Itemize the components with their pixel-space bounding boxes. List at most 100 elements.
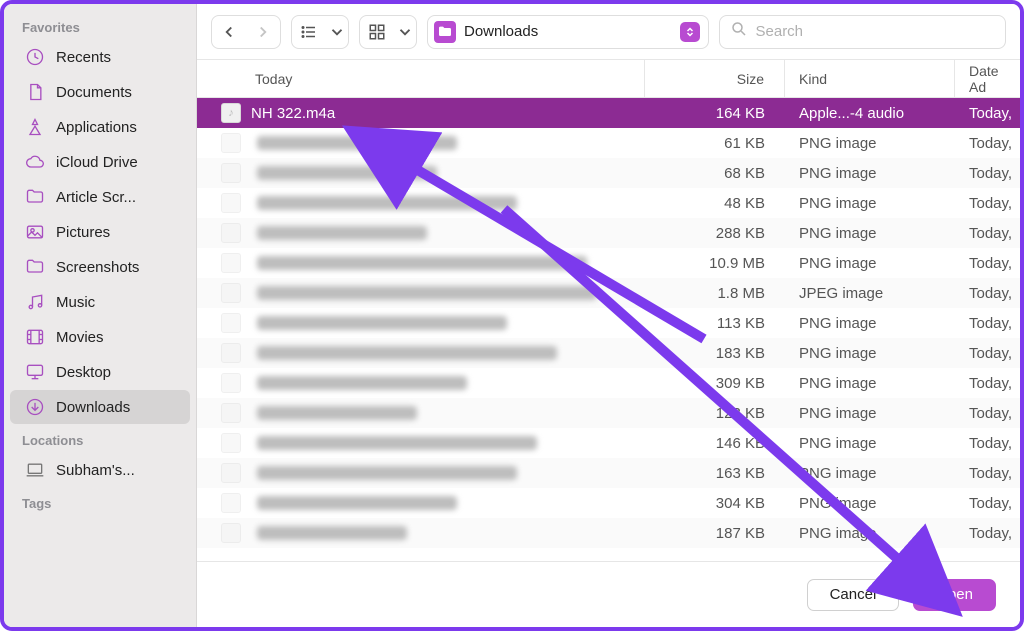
file-date: Today,: [955, 375, 1020, 392]
file-kind: JPEG image: [785, 285, 955, 302]
chevron-down-icon: [326, 16, 348, 48]
file-row[interactable]: 113 KB PNG image Today,: [197, 308, 1020, 338]
updown-icon: [680, 22, 700, 42]
file-row[interactable]: 288 KB PNG image Today,: [197, 218, 1020, 248]
sidebar-item-label: Article Scr...: [56, 189, 136, 206]
file-size: 10.9 MB: [645, 255, 785, 272]
file-kind: PNG image: [785, 225, 955, 242]
apps-icon: [24, 116, 46, 138]
file-icon: [221, 463, 241, 483]
file-row[interactable]: 309 KB PNG image Today,: [197, 368, 1020, 398]
sidebar-item-applications[interactable]: Applications: [10, 110, 190, 144]
file-icon: [221, 373, 241, 393]
file-icon: [221, 223, 241, 243]
sidebar-item-label: Screenshots: [56, 259, 139, 276]
sidebar-item-label: iCloud Drive: [56, 154, 138, 171]
file-row[interactable]: 163 KB PNG image Today,: [197, 458, 1020, 488]
column-size[interactable]: Size: [645, 60, 785, 97]
search-icon: [730, 20, 748, 43]
file-row[interactable]: 304 KB PNG image Today,: [197, 488, 1020, 518]
file-icon: [221, 403, 241, 423]
file-icon: [221, 523, 241, 543]
file-date: Today,: [955, 525, 1020, 542]
location-dropdown[interactable]: Downloads: [427, 15, 709, 49]
file-size: 113 KB: [645, 315, 785, 332]
open-button[interactable]: Open: [913, 579, 996, 611]
search-field[interactable]: [719, 15, 1007, 49]
view-list-dropdown[interactable]: [291, 15, 349, 49]
column-date[interactable]: Date Ad: [955, 60, 1020, 97]
file-date: Today,: [955, 315, 1020, 332]
sidebar-item-recents[interactable]: Recents: [10, 40, 190, 74]
file-kind: PNG image: [785, 495, 955, 512]
file-date: Today,: [955, 255, 1020, 272]
file-list[interactable]: ♪NH 322.m4a 164 KB Apple...-4 audio Toda…: [197, 98, 1020, 561]
sidebar-item-label: Movies: [56, 329, 104, 346]
column-header: Today Size Kind Date Ad: [197, 60, 1020, 98]
footer: Cancel Open: [197, 561, 1020, 627]
file-size: 288 KB: [645, 225, 785, 242]
file-kind: PNG image: [785, 255, 955, 272]
file-icon: [221, 313, 241, 333]
sidebar-item-label: Pictures: [56, 224, 110, 241]
sidebar-item-documents[interactable]: Documents: [10, 75, 190, 109]
file-kind: PNG image: [785, 195, 955, 212]
cancel-button[interactable]: Cancel: [807, 579, 900, 611]
file-icon: [221, 283, 241, 303]
cloud-icon: [24, 151, 46, 173]
forward-button[interactable]: [246, 16, 280, 48]
file-name-redacted: [257, 406, 417, 420]
file-kind: PNG image: [785, 315, 955, 332]
file-row[interactable]: 68 KB PNG image Today,: [197, 158, 1020, 188]
file-row[interactable]: 146 KB PNG image Today,: [197, 428, 1020, 458]
file-row[interactable]: 61 KB PNG image Today,: [197, 128, 1020, 158]
sidebar-item-desktop[interactable]: Desktop: [10, 355, 190, 389]
sidebar-location-item[interactable]: Subham's...: [10, 453, 190, 487]
file-row[interactable]: 10.9 MB PNG image Today,: [197, 248, 1020, 278]
file-kind: PNG image: [785, 405, 955, 422]
sidebar-item-article-scr-[interactable]: Article Scr...: [10, 180, 190, 214]
sidebar-item-movies[interactable]: Movies: [10, 320, 190, 354]
file-name-redacted: [257, 376, 467, 390]
sidebar-item-label: Documents: [56, 84, 132, 101]
file-size: 48 KB: [645, 195, 785, 212]
file-name-redacted: [257, 196, 517, 210]
sidebar-item-screenshots[interactable]: Screenshots: [10, 250, 190, 284]
file-kind: PNG image: [785, 525, 955, 542]
file-name-redacted: [257, 526, 407, 540]
file-icon: [221, 193, 241, 213]
file-size: 123 KB: [645, 405, 785, 422]
grouping-dropdown[interactable]: [359, 15, 417, 49]
file-row[interactable]: 123 KB PNG image Today,: [197, 398, 1020, 428]
file-row[interactable]: 48 KB PNG image Today,: [197, 188, 1020, 218]
sidebar-item-label: Recents: [56, 49, 111, 66]
back-button[interactable]: [212, 16, 246, 48]
grid-icon: [360, 16, 394, 48]
chevron-down-icon: [394, 16, 416, 48]
sidebar-tags-label: Tags: [4, 488, 196, 515]
desktop-icon: [24, 361, 46, 383]
file-date: Today,: [955, 345, 1020, 362]
column-name[interactable]: Today: [197, 60, 645, 97]
sidebar-item-music[interactable]: Music: [10, 285, 190, 319]
file-kind: PNG image: [785, 165, 955, 182]
file-size: 1.8 MB: [645, 285, 785, 302]
file-name-redacted: [257, 346, 557, 360]
column-kind[interactable]: Kind: [785, 60, 955, 97]
file-row[interactable]: 1.8 MB JPEG image Today,: [197, 278, 1020, 308]
file-row[interactable]: ♪NH 322.m4a 164 KB Apple...-4 audio Toda…: [197, 98, 1020, 128]
file-size: 187 KB: [645, 525, 785, 542]
film-icon: [24, 326, 46, 348]
download-icon: [24, 396, 46, 418]
search-input[interactable]: [756, 23, 996, 40]
sidebar-item-icloud-drive[interactable]: iCloud Drive: [10, 145, 190, 179]
sidebar-favorites-label: Favorites: [4, 12, 196, 39]
file-row[interactable]: 187 KB PNG image Today,: [197, 518, 1020, 548]
file-size: 68 KB: [645, 165, 785, 182]
sidebar-item-downloads[interactable]: Downloads: [10, 390, 190, 424]
file-row[interactable]: 183 KB PNG image Today,: [197, 338, 1020, 368]
sidebar-item-label: Downloads: [56, 399, 130, 416]
location-label: Downloads: [464, 23, 672, 40]
sidebar-item-pictures[interactable]: Pictures: [10, 215, 190, 249]
audio-file-icon: ♪: [221, 103, 241, 123]
